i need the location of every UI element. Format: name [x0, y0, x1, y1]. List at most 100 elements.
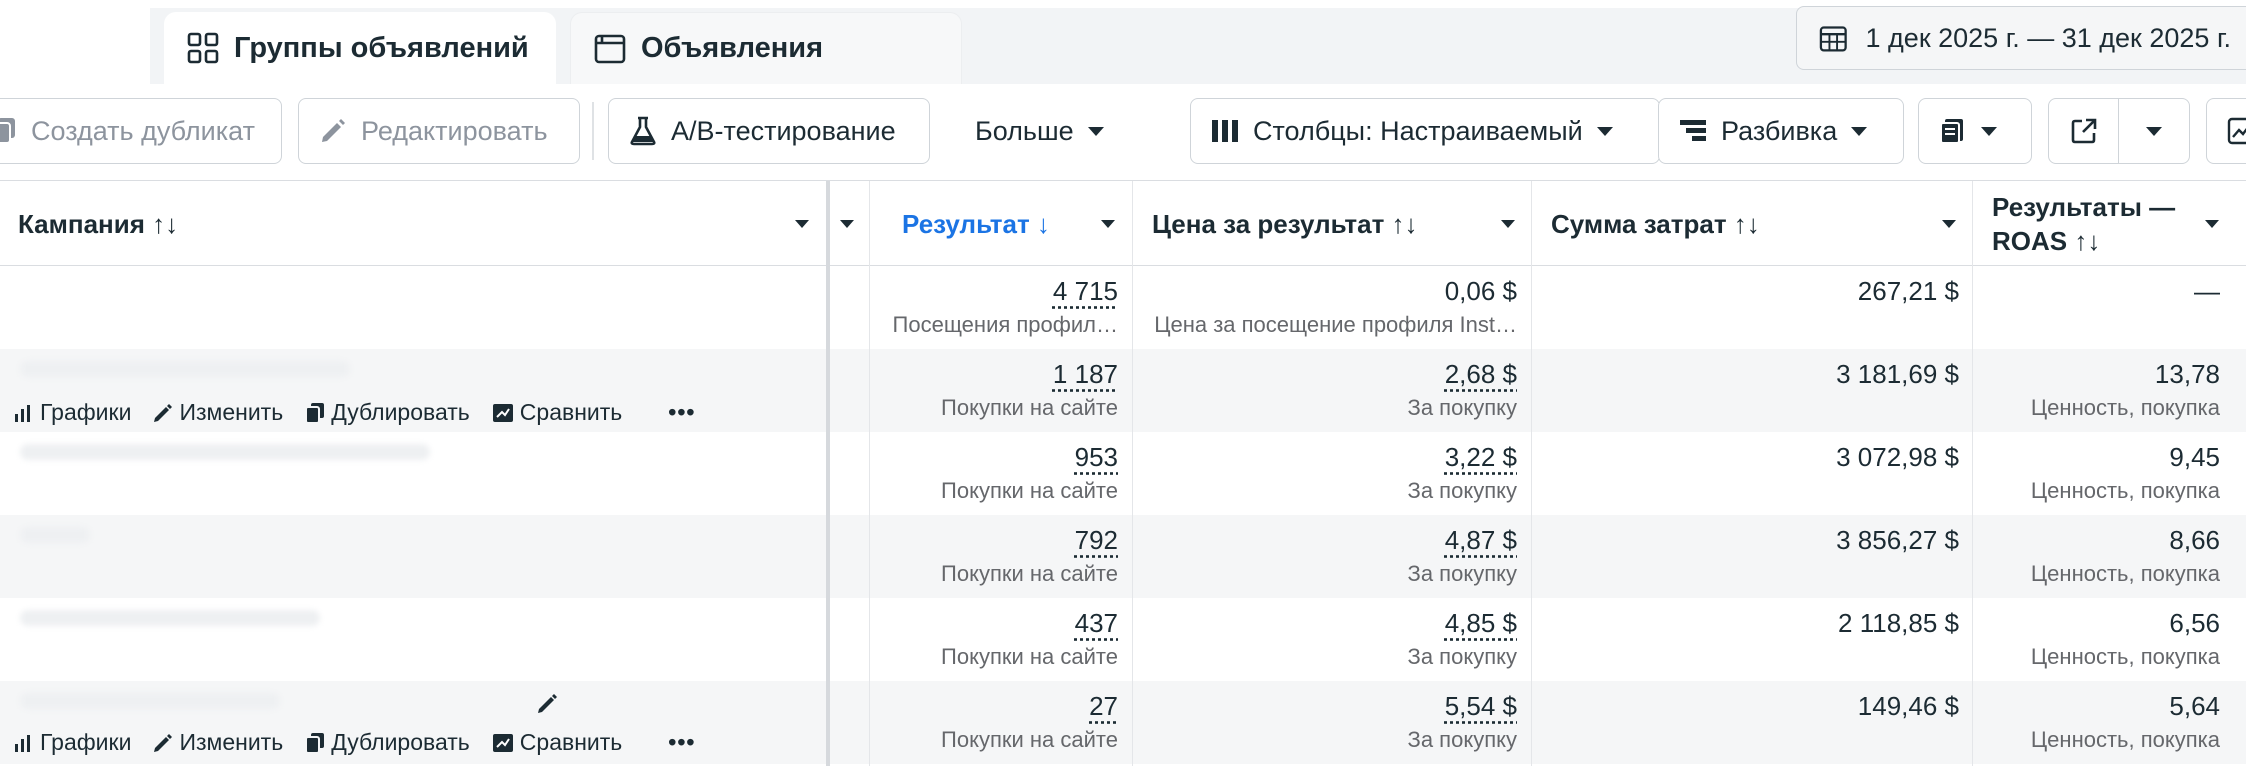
table-row[interactable]: 437 Покупки на сайте 4,85 $ За покупку 2…	[0, 598, 2246, 681]
duplicate-action[interactable]: Дублировать	[305, 399, 470, 426]
frozen-column-divider[interactable]	[826, 180, 830, 766]
roas-value: 9,45	[2169, 442, 2220, 473]
charts-action[interactable]: Графики	[14, 399, 131, 426]
rename-pencil-icon[interactable]	[536, 691, 560, 715]
result-type: Покупки на сайте	[868, 727, 1118, 753]
toolbar: Создать дубликат Редактировать A/B-тести…	[0, 84, 2246, 180]
column-divider	[869, 180, 870, 766]
column-header-result[interactable]: Результат ↓	[902, 181, 1050, 267]
result-value[interactable]: 1 187	[1053, 359, 1118, 390]
cost-per-result-value[interactable]: 2,68 $	[1445, 359, 1517, 390]
amount-spent-value: 3 856,27 $	[1836, 525, 1959, 556]
flask-icon	[629, 116, 657, 146]
result-value[interactable]: 437	[1075, 608, 1118, 639]
more-actions-button[interactable]: •••	[668, 399, 695, 426]
pencil-icon	[153, 403, 173, 423]
charts-action[interactable]: Графики	[14, 729, 131, 756]
date-range-label: 1 дек 2025 г. — 31 дек 2025 г.	[1866, 23, 2231, 54]
chevron-down-icon	[1851, 127, 1867, 136]
edit-action[interactable]: Изменить	[153, 729, 283, 756]
chevron-down-icon[interactable]	[1101, 220, 1115, 228]
roas-type: Ценность, покупка	[1970, 395, 2220, 421]
column-header-amount-spent[interactable]: Сумма затрат ↑↓	[1551, 181, 1760, 267]
table-row[interactable]: 953 Покупки на сайте 3,22 $ За покупку 3…	[0, 432, 2246, 515]
column-header-campaign[interactable]: Кампания ↑↓	[18, 181, 178, 267]
column-divider	[1531, 180, 1532, 766]
ab-test-label: A/B-тестирование	[671, 116, 896, 147]
result-value[interactable]: 4 715	[1053, 276, 1118, 307]
breakdown-button[interactable]: Разбивка	[1658, 98, 1904, 164]
more-dots-icon: •••	[668, 729, 695, 756]
table-row[interactable]: Графики Изменить Дублировать Сравнить ••…	[0, 681, 2246, 764]
columns-button[interactable]: Столбцы: Настраиваемый	[1190, 98, 1660, 164]
more-actions-button[interactable]: •••	[668, 729, 695, 756]
breakdown-icon	[1679, 118, 1707, 144]
more-button[interactable]: Больше	[954, 98, 1122, 164]
result-value[interactable]: 27	[1089, 691, 1118, 722]
campaign-table: 4 715 Посещения профил… 0,06 $ Цена за п…	[0, 180, 2246, 766]
cost-per-result-value[interactable]: 3,22 $	[1445, 442, 1517, 473]
edit-button[interactable]: Редактировать	[298, 98, 580, 164]
compare-action[interactable]: Сравнить	[492, 399, 622, 426]
roas-value: 5,64	[2169, 691, 2220, 722]
frozen-column-divider	[826, 181, 830, 267]
tab-ads-label: Объявления	[641, 32, 823, 65]
more-label: Больше	[975, 116, 1074, 147]
trend-chart-button[interactable]	[2206, 98, 2246, 164]
result-value[interactable]: 953	[1075, 442, 1118, 473]
chevron-down-icon[interactable]	[840, 220, 854, 228]
column-header-roas[interactable]: Результаты — ROAS ↑↓	[1992, 181, 2175, 267]
amount-spent-value: 3 181,69 $	[1836, 359, 1959, 390]
column-header-roas-line2: ROAS ↑↓	[1992, 224, 2100, 258]
columns-icon	[1211, 118, 1239, 144]
export-button[interactable]	[2049, 98, 2119, 164]
bar-chart-icon	[14, 733, 34, 753]
cost-per-result-type: За покупку	[1145, 644, 1517, 670]
cost-per-result-value[interactable]: 5,54 $	[1445, 691, 1517, 722]
roas-type: Ценность, покупка	[1970, 561, 2220, 587]
tab-ads[interactable]: Объявления	[570, 12, 962, 84]
table-row[interactable]: Графики Изменить Дублировать Сравнить ••…	[0, 349, 2246, 432]
compare-icon	[492, 733, 514, 753]
edit-label: Изменить	[179, 399, 283, 426]
chevron-down-icon[interactable]	[1942, 220, 1956, 228]
ab-test-button[interactable]: A/B-тестирование	[608, 98, 930, 164]
date-range-picker[interactable]: 1 дек 2025 г. — 31 дек 2025 г.	[1796, 6, 2246, 70]
chevron-down-icon[interactable]	[795, 220, 809, 228]
row-actions: Графики Изменить Дублировать Сравнить ••…	[14, 399, 717, 426]
table-row[interactable]: 792 Покупки на сайте 4,87 $ За покупку 3…	[0, 515, 2246, 598]
cost-per-result-type: Цена за посещение профиля Inst…	[1145, 312, 1517, 338]
toolbar-divider	[592, 102, 594, 160]
duplicate-action[interactable]: Дублировать	[305, 729, 470, 756]
table-header: Кампания ↑↓ Результат ↓ Цена за результа…	[0, 180, 2246, 266]
chevron-down-icon[interactable]	[2205, 220, 2219, 228]
result-value[interactable]: 792	[1075, 525, 1118, 556]
amount-spent-value: 149,46 $	[1858, 691, 1959, 722]
export-dropdown-button[interactable]	[2119, 98, 2189, 164]
result-type: Покупки на сайте	[868, 395, 1118, 421]
compare-action[interactable]: Сравнить	[492, 729, 622, 756]
column-divider	[1972, 180, 1973, 766]
cost-per-result-value[interactable]: 4,87 $	[1445, 525, 1517, 556]
reports-button[interactable]	[1918, 98, 2032, 164]
compare-label: Сравнить	[520, 729, 622, 756]
bar-chart-icon	[14, 403, 34, 423]
roas-type: Ценность, покупка	[1970, 478, 2220, 504]
duplicate-label: Дублировать	[331, 399, 470, 426]
column-divider	[1132, 180, 1133, 766]
duplicate-label: Создать дубликат	[31, 116, 255, 147]
calendar-icon	[1819, 23, 1848, 53]
result-type: Покупки на сайте	[868, 561, 1118, 587]
campaign-name-redacted	[20, 444, 430, 460]
chevron-down-icon[interactable]	[1501, 220, 1515, 228]
column-header-cost-per-result[interactable]: Цена за результат ↑↓	[1152, 181, 1418, 267]
tab-ad-sets-label: Группы объявлений	[234, 32, 529, 65]
reports-icon	[1939, 117, 1967, 145]
cost-per-result-value[interactable]: 4,85 $	[1445, 608, 1517, 639]
campaign-name-redacted	[20, 527, 90, 543]
table-row[interactable]: 4 715 Посещения профил… 0,06 $ Цена за п…	[0, 266, 2246, 349]
edit-action[interactable]: Изменить	[153, 399, 283, 426]
tab-ad-sets[interactable]: Группы объявлений	[164, 12, 556, 84]
duplicate-button[interactable]: Создать дубликат	[0, 98, 282, 164]
breakdown-label: Разбивка	[1721, 116, 1837, 147]
